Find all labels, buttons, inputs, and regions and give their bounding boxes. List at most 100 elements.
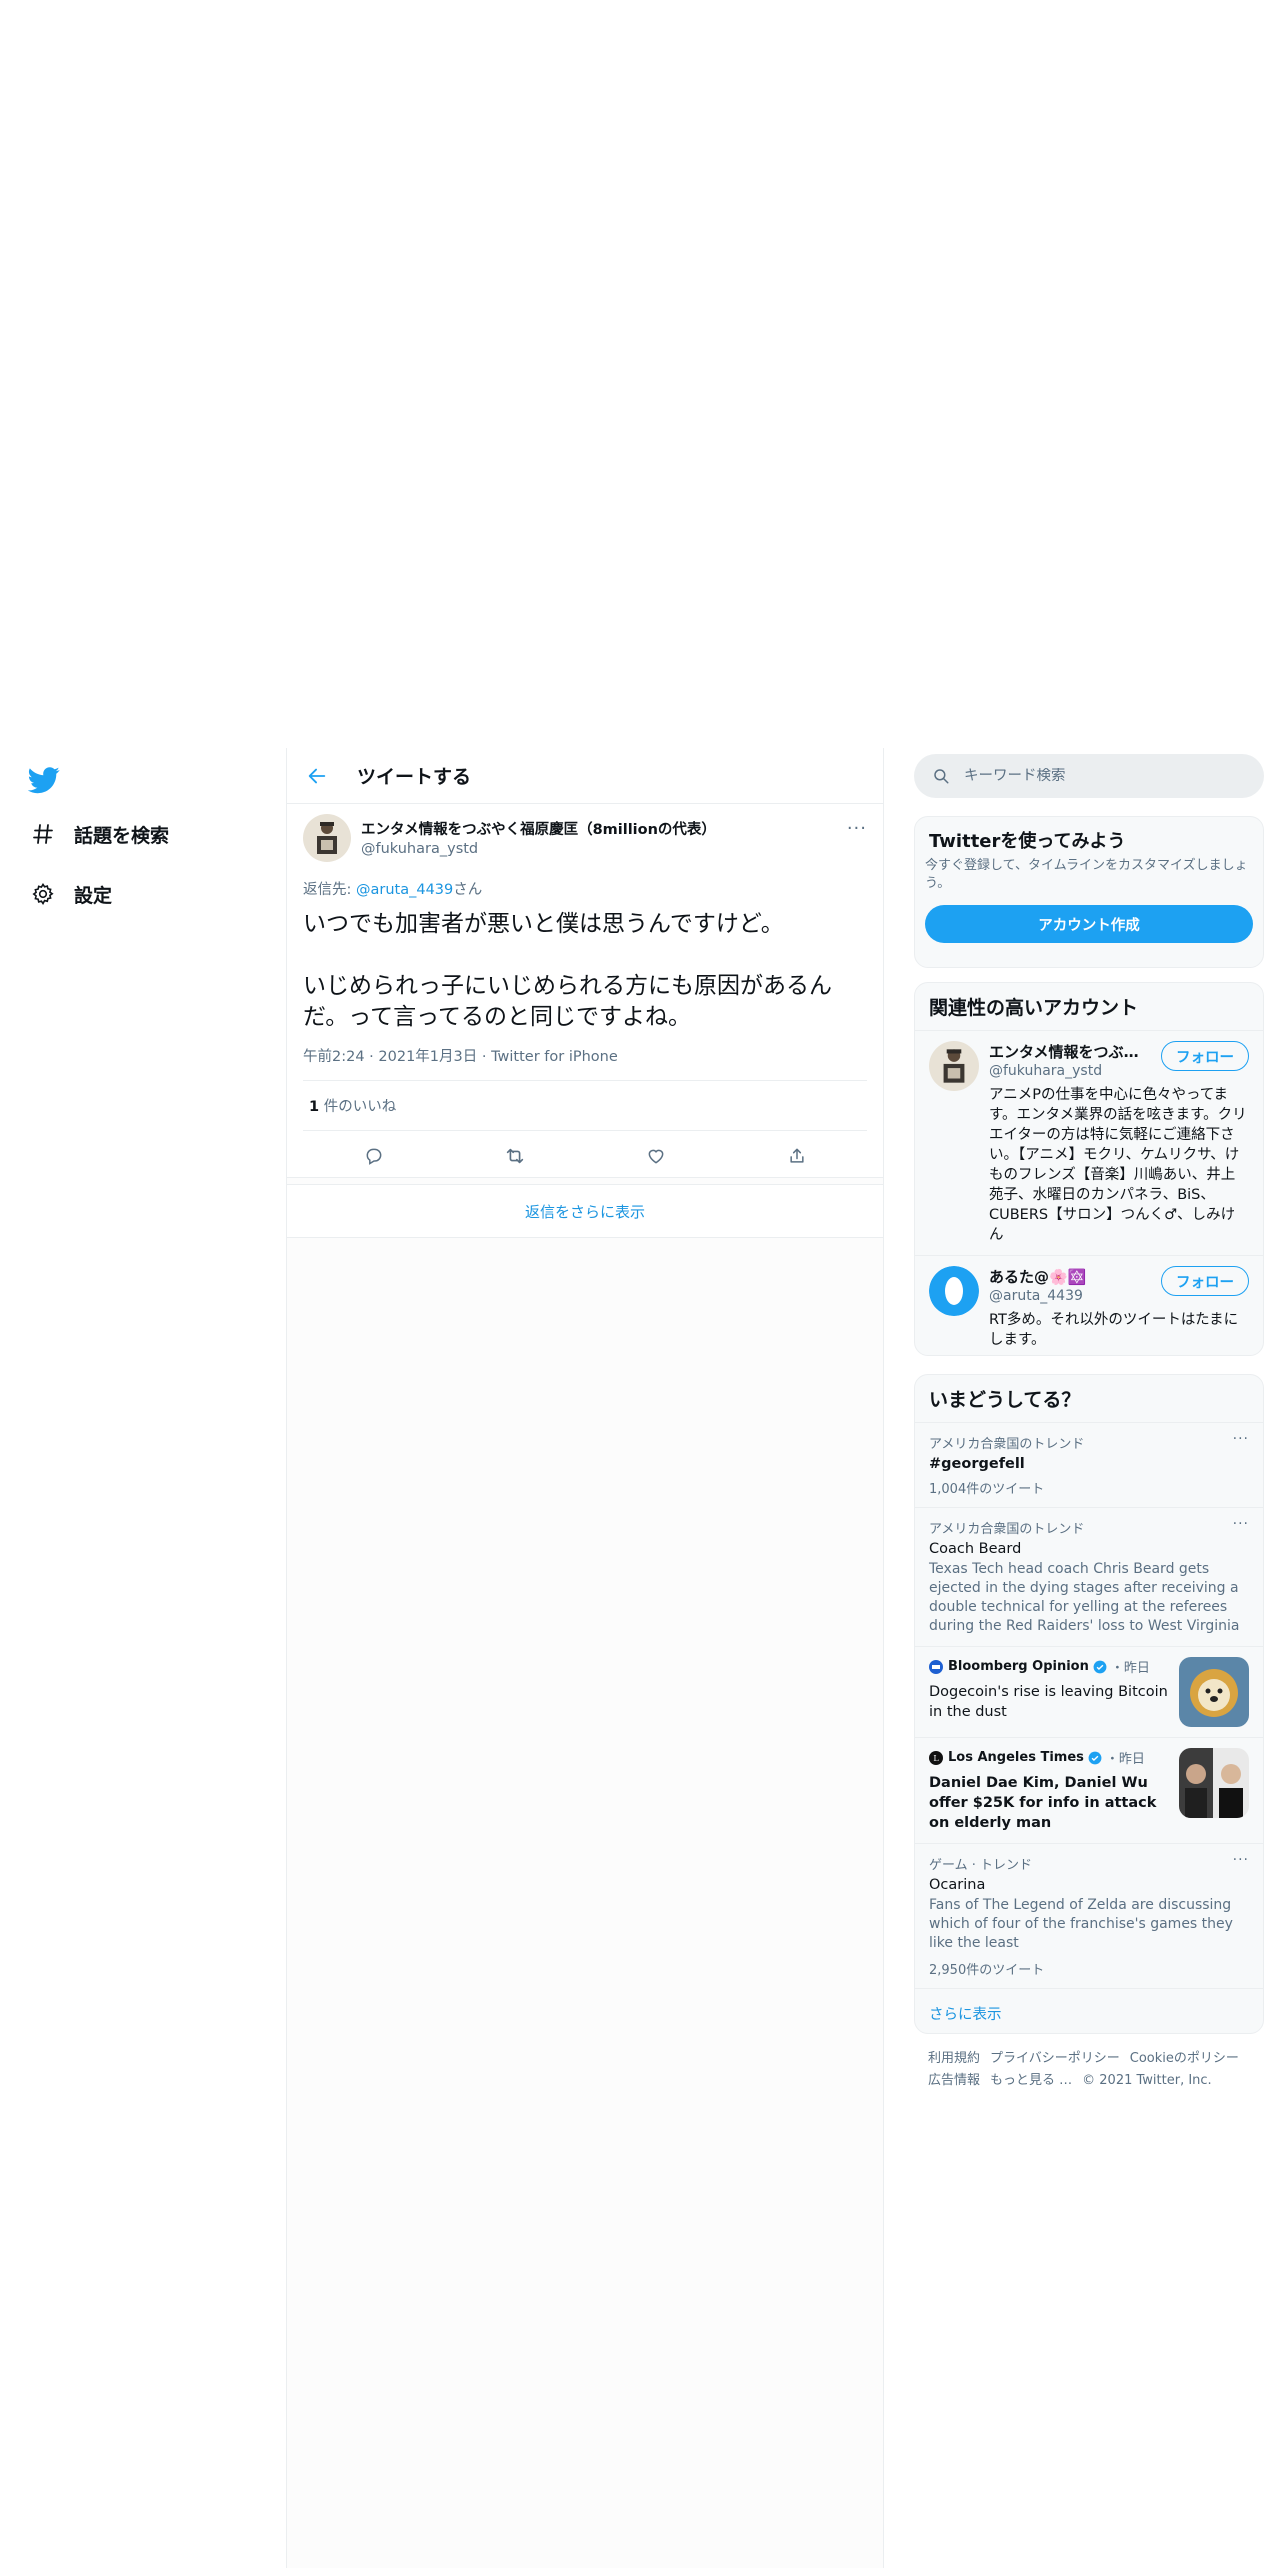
app-root: 話題を検索 設定 ツイートする エンタメ情報をつぶやく福原慶匡（8million… bbox=[0, 748, 1284, 2568]
more-options-icon[interactable]: ··· bbox=[1233, 1431, 1249, 1447]
account-bio: RT多め。それ以外のツイートはたまにします。 bbox=[989, 1312, 1239, 1348]
tweet-text: いつでも加害者が悪いと僕は思うんですけど。 いじめられっ子にいじめられる方にも原… bbox=[303, 911, 832, 1030]
reply-to-mention[interactable]: @aruta_4439 bbox=[356, 882, 453, 898]
trend-item[interactable]: アメリカ合衆国のトレンド Coach Beard Texas Tech head… bbox=[915, 1507, 1263, 1646]
likes-row[interactable]: 1 件のいいね bbox=[303, 1081, 867, 1131]
more-options-icon[interactable]: ··· bbox=[1233, 1852, 1249, 1868]
news-thumbnail bbox=[1179, 1657, 1249, 1727]
trend-name: #georgefell bbox=[929, 1456, 1025, 1472]
news-item[interactable]: L Los Angeles Times ・昨日 Daniel Dae Kim, … bbox=[915, 1737, 1263, 1843]
tweet-date[interactable]: 2021年1月3日 bbox=[378, 1049, 477, 1065]
source-logo-icon: L bbox=[929, 1750, 943, 1765]
signup-card: Twitterを使ってみよう 今すぐ登録して、タイムラインをカスタマイズしましょ… bbox=[914, 816, 1264, 968]
nav-item-settings[interactable]: 設定 bbox=[28, 874, 112, 914]
nav-label-explore: 話題を検索 bbox=[74, 824, 170, 847]
likes-count: 1 bbox=[309, 1099, 320, 1115]
footer-link-cookies[interactable]: Cookieのポリシー bbox=[1130, 2051, 1239, 2066]
arrow-left-icon bbox=[308, 768, 326, 783]
show-more-replies-link[interactable]: 返信をさらに表示 bbox=[287, 1184, 883, 1238]
tweet-actions bbox=[303, 1131, 867, 1181]
news-time: ・昨日 bbox=[1110, 1661, 1150, 1676]
trend-count: 2,950件のツイート bbox=[929, 1963, 1045, 1978]
account-item[interactable]: あるた@🌸🔯 @aruta_4439 フォロー RT多め。それ以外のツイートはた… bbox=[915, 1255, 1263, 1355]
likes-label: 件のいいね bbox=[319, 1099, 397, 1115]
account-name[interactable]: あるた@🌸🔯 bbox=[989, 1266, 1153, 1287]
search-icon bbox=[934, 769, 949, 784]
reply-to-line: 返信先: @aruta_4439さん bbox=[303, 878, 867, 899]
trend-description: Texas Tech head coach Chris Beard gets e… bbox=[929, 1561, 1240, 1634]
source-logo-icon bbox=[929, 1659, 943, 1674]
search-input[interactable] bbox=[964, 768, 1244, 784]
related-accounts-title: 関連性の高いアカウント bbox=[929, 997, 1139, 1019]
more-options-icon[interactable]: ··· bbox=[847, 818, 867, 839]
retweet-icon bbox=[506, 1148, 523, 1164]
trend-name: Ocarina bbox=[929, 1877, 986, 1893]
sidebar-footer: 利用規約 プライバシーポリシー Cookieのポリシー 広告情報 もっと見る … © 2… bbox=[928, 2048, 1258, 2092]
trend-context: ゲーム · トレンド bbox=[929, 1858, 1033, 1873]
signup-title: Twitterを使ってみよう bbox=[929, 831, 1126, 852]
news-thumbnail bbox=[1179, 1748, 1249, 1818]
signup-subtitle: 今すぐ登録して、タイムラインをカスタマイズしましょう。 bbox=[925, 858, 1248, 891]
twitter-logo-icon[interactable] bbox=[27, 764, 64, 800]
trend-description: Fans of The Legend of Zelda are discussi… bbox=[929, 1897, 1233, 1951]
more-options-icon[interactable]: ··· bbox=[1233, 1516, 1249, 1532]
main-column: ツイートする エンタメ情報をつぶやく福原慶匡（8millionの代表） @fuk… bbox=[286, 748, 884, 2568]
like-button[interactable] bbox=[638, 1138, 674, 1174]
tweet-meta: 午前2:24 · 2021年1月3日 · Twitter for iPhone bbox=[303, 1045, 867, 1081]
create-account-button[interactable]: アカウント作成 bbox=[925, 905, 1253, 943]
reply-icon bbox=[366, 1148, 381, 1165]
verified-badge-icon bbox=[1088, 1751, 1102, 1764]
account-item[interactable]: エンタメ情報をつぶやく福原慶匡（8millionの代表） @fukuhara_y… bbox=[915, 1030, 1263, 1255]
footer-copyright: © 2021 Twitter, Inc. bbox=[1082, 2073, 1212, 2088]
avatar[interactable] bbox=[929, 1041, 979, 1091]
tweet-via[interactable]: Twitter for iPhone bbox=[491, 1049, 618, 1065]
trend-name: Coach Beard bbox=[929, 1541, 1022, 1557]
gear-icon bbox=[28, 879, 58, 909]
trend-count: 1,004件のツイート bbox=[929, 1482, 1045, 1497]
account-bio: アニメPの仕事を中心に色々やってます。エンタメ業界の話を呟きます。クリエイターの… bbox=[989, 1087, 1247, 1243]
reply-to-suffix: さん bbox=[453, 882, 483, 898]
trend-item[interactable]: ゲーム · トレンド Ocarina Fans of The Legend of… bbox=[915, 1843, 1263, 1988]
author-display-name[interactable]: エンタメ情報をつぶやく福原慶匡（8millionの代表） bbox=[361, 818, 716, 839]
left-navigation: 話題を検索 設定 bbox=[0, 748, 286, 2568]
verified-badge-icon bbox=[1093, 1660, 1107, 1673]
share-icon bbox=[789, 1148, 804, 1163]
heart-icon bbox=[648, 1149, 663, 1164]
share-button[interactable] bbox=[779, 1138, 815, 1174]
retweet-button[interactable] bbox=[497, 1138, 533, 1174]
news-source: Los Angeles Times bbox=[948, 1750, 1084, 1765]
follow-button[interactable]: フォロー bbox=[1161, 1041, 1249, 1071]
footer-link-more[interactable]: もっと見る … bbox=[990, 2073, 1072, 2088]
show-more-trends-link[interactable]: さらに表示 bbox=[915, 1988, 1263, 2033]
footer-link-terms[interactable]: 利用規約 bbox=[928, 2051, 980, 2066]
reply-button[interactable] bbox=[356, 1138, 392, 1174]
avatar[interactable] bbox=[303, 814, 351, 862]
account-name[interactable]: エンタメ情報をつぶやく福原慶匡（8millionの代表） bbox=[989, 1041, 1153, 1062]
trends-card: いまどうしてる？ アメリカ合衆国のトレンド #georgefell 1,004件… bbox=[914, 1374, 1264, 2034]
nav-item-explore[interactable]: 話題を検索 bbox=[28, 814, 169, 854]
news-time: ・昨日 bbox=[1105, 1752, 1145, 1767]
svg-text:L: L bbox=[933, 1754, 939, 1763]
footer-link-ads[interactable]: 広告情報 bbox=[928, 2073, 980, 2088]
trend-context: アメリカ合衆国のトレンド bbox=[929, 1522, 1085, 1537]
reply-to-prefix: 返信先: bbox=[303, 882, 356, 898]
avatar[interactable] bbox=[929, 1266, 979, 1316]
search-box[interactable] bbox=[914, 754, 1264, 798]
trends-title: いまどうしてる？ bbox=[929, 1389, 1081, 1411]
follow-button[interactable]: フォロー bbox=[1161, 1266, 1249, 1296]
account-handle: @fukuhara_ystd bbox=[989, 1063, 1103, 1079]
tweet-time[interactable]: 午前2:24 bbox=[303, 1049, 365, 1065]
news-source: Bloomberg Opinion bbox=[948, 1659, 1089, 1674]
nav-label-settings: 設定 bbox=[74, 884, 113, 907]
news-item[interactable]: Bloomberg Opinion ・昨日 Dogecoin's rise is… bbox=[915, 1646, 1263, 1737]
related-accounts-card: 関連性の高いアカウント エンタメ情報をつぶやく福原慶匡（8millionの代表）… bbox=[914, 982, 1264, 1356]
tweet-detail: エンタメ情報をつぶやく福原慶匡（8millionの代表） @fukuhara_y… bbox=[287, 804, 883, 1178]
tweet-author-row: エンタメ情報をつぶやく福原慶匡（8millionの代表） @fukuhara_y… bbox=[303, 804, 867, 866]
footer-link-privacy[interactable]: プライバシーポリシー bbox=[990, 2051, 1120, 2066]
back-button[interactable] bbox=[297, 756, 337, 796]
hashtag-icon bbox=[28, 819, 58, 849]
trend-item[interactable]: アメリカ合衆国のトレンド #georgefell 1,004件のツイート ··· bbox=[915, 1422, 1263, 1507]
account-handle: @aruta_4439 bbox=[989, 1288, 1083, 1304]
author-handle[interactable]: @fukuhara_ystd bbox=[361, 841, 716, 857]
trend-context: アメリカ合衆国のトレンド bbox=[929, 1437, 1085, 1452]
